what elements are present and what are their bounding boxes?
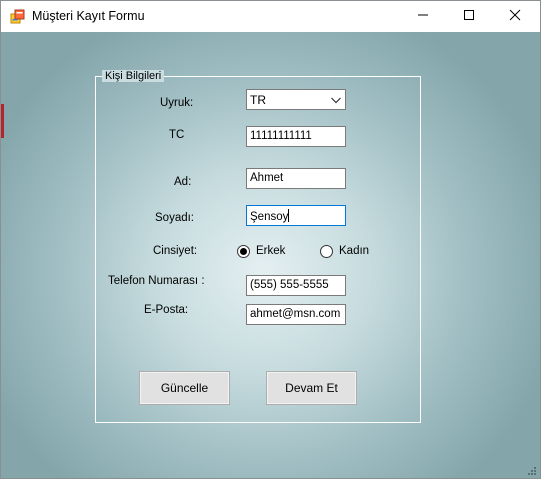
maximize-button[interactable] [446, 1, 492, 32]
nationality-selected-value: TR [250, 93, 266, 107]
phone-input[interactable]: (555) 555-5555 [246, 275, 346, 296]
gender-radio-male[interactable] [237, 245, 250, 258]
nationality-dropdown[interactable]: TR [246, 89, 346, 110]
continue-button[interactable]: Devam Et [266, 371, 357, 405]
window-title: Müşteri Kayıt Formu [32, 9, 145, 23]
minimize-button[interactable] [400, 1, 446, 32]
tc-label: TC [169, 129, 185, 141]
close-button[interactable] [492, 1, 538, 32]
form-client-area: Kişi Bilgileri Uyruk: TR TC 11111111111 … [1, 32, 540, 478]
phone-label: Telefon Numarası : [108, 275, 205, 287]
gender-female-label[interactable]: Kadın [339, 245, 369, 257]
first-name-label: Ad: [174, 176, 192, 188]
first-name-input-value: Ahmet [250, 172, 284, 184]
nationality-label: Uyruk: [160, 97, 194, 109]
first-name-input[interactable]: Ahmet [246, 168, 346, 189]
email-label: E-Posta: [144, 304, 189, 316]
email-input-value: ahmet@msn.com [250, 308, 341, 320]
form-app-icon [10, 9, 26, 25]
main-window: Müşteri Kayıt Formu Kişi Bilgileri Uyruk… [0, 0, 541, 479]
maximize-icon [463, 9, 475, 24]
tc-input[interactable]: 11111111111 [246, 126, 346, 147]
close-icon [509, 9, 521, 24]
edge-marker [1, 104, 4, 138]
text-caret [288, 209, 290, 222]
last-name-label: Soyadı: [155, 212, 194, 224]
email-input[interactable]: ahmet@msn.com [246, 304, 346, 325]
title-bar[interactable]: Müşteri Kayıt Formu [1, 1, 540, 32]
chevron-down-icon [330, 94, 342, 106]
gender-radio-female[interactable] [320, 245, 333, 258]
groupbox-title: Kişi Bilgileri [102, 70, 165, 82]
update-button[interactable]: Güncelle [139, 371, 230, 405]
minimize-icon [417, 9, 429, 24]
last-name-input-value: Şensoy [250, 211, 289, 223]
gender-male-label[interactable]: Erkek [256, 245, 285, 257]
gender-label: Cinsiyet: [153, 245, 198, 257]
last-name-input[interactable]: Şensoy [246, 205, 346, 226]
phone-input-value: (555) 555-5555 [250, 279, 329, 291]
resize-grip-icon[interactable] [527, 465, 537, 475]
tc-input-value: 11111111111 [250, 130, 312, 142]
